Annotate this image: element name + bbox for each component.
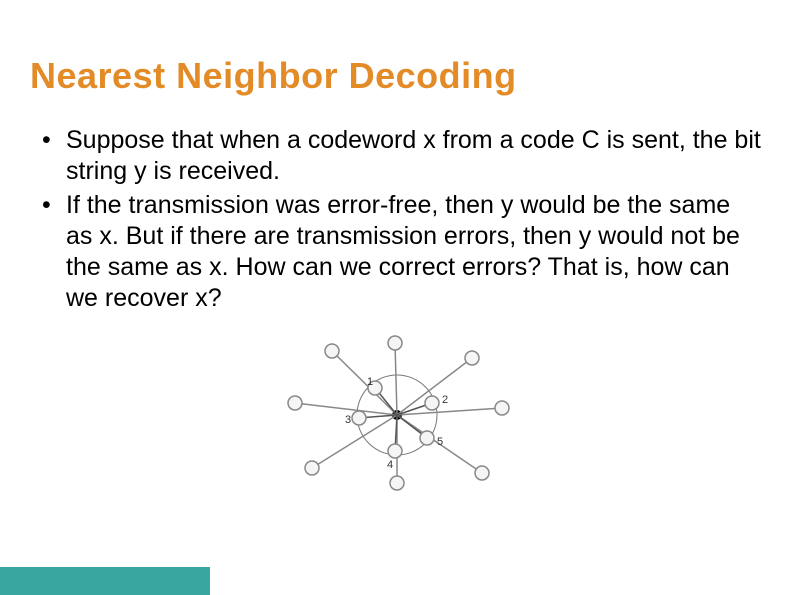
slide-title: Nearest Neighbor Decoding <box>30 55 763 97</box>
footer-accent-bar <box>0 567 210 595</box>
diagram-container: 1 2 3 4 5 <box>30 333 763 493</box>
diagram-label: 3 <box>345 414 351 426</box>
diagram-label: 1 <box>367 376 373 388</box>
diagram-label: 5 <box>437 436 443 448</box>
nearest-neighbor-diagram-icon: 1 2 3 4 5 <box>277 333 517 493</box>
bullet-item: Suppose that when a codeword x from a co… <box>38 125 763 188</box>
slide: Nearest Neighbor Decoding Suppose that w… <box>0 0 793 595</box>
bullet-list: Suppose that when a codeword x from a co… <box>30 125 763 315</box>
diagram-label: 4 <box>387 459 393 471</box>
bullet-item: If the transmission was error-free, then… <box>38 190 763 315</box>
diagram-label: 2 <box>442 394 448 406</box>
